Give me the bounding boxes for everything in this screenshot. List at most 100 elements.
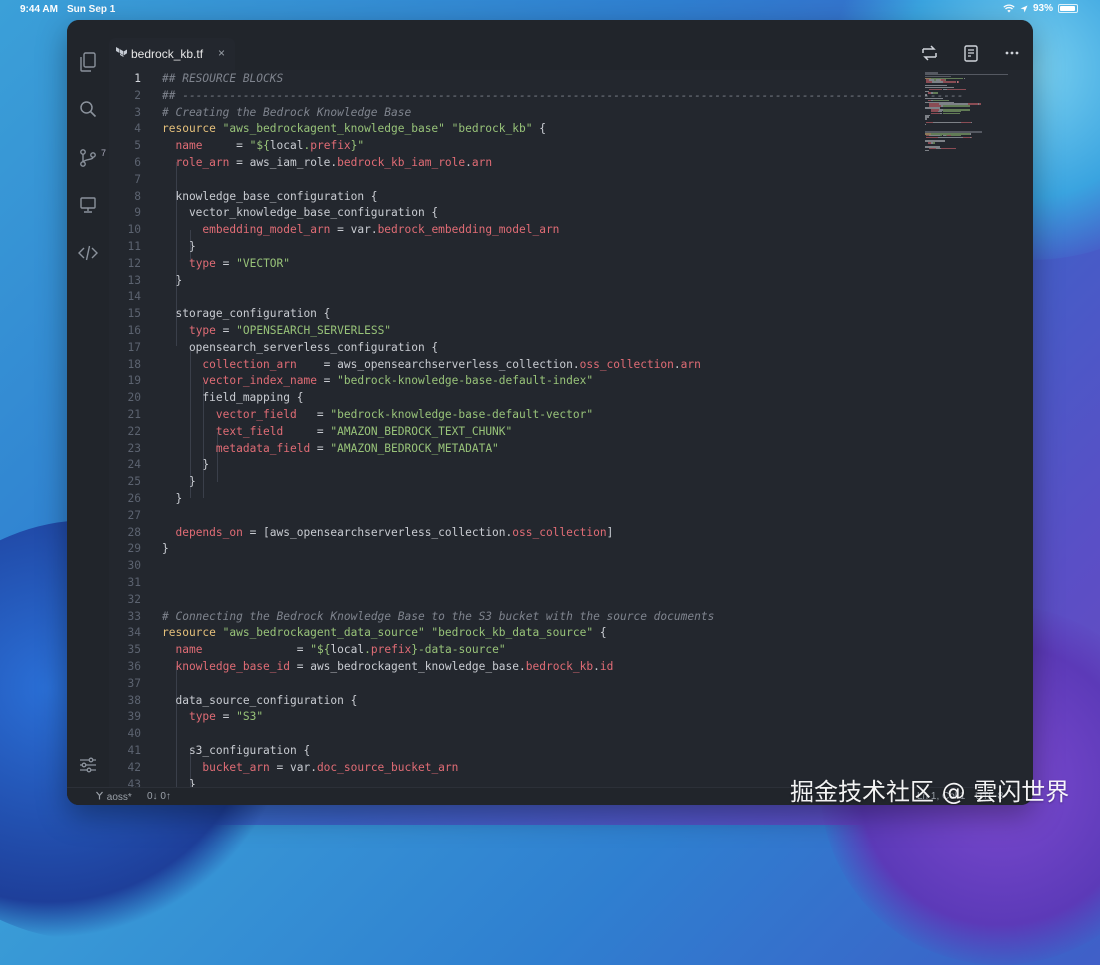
line-number: 4 — [134, 122, 141, 136]
line-number: 42 — [127, 760, 141, 774]
preview-document-icon[interactable] — [964, 45, 978, 66]
code-line[interactable]: 30 — [109, 557, 929, 574]
code-text: metadata_field = "AMAZON_BEDROCK_METADAT… — [215, 441, 499, 455]
line-number: 18 — [127, 357, 141, 371]
code-line[interactable]: 32 — [109, 591, 929, 608]
code-line[interactable]: 22 text_field = "AMAZON_BEDROCK_TEXT_CHU… — [109, 423, 929, 440]
code-text: knowledge_base_configuration { — [162, 189, 378, 203]
minimap-line — [925, 149, 929, 152]
line-number: 20 — [127, 391, 141, 405]
code-text: bucket_arn = var.doc_source_bucket_arn — [202, 760, 459, 774]
code-line[interactable]: 4 resource "aws_bedrockagent_knowledge_ba… — [109, 120, 929, 137]
line-number: 6 — [134, 156, 141, 169]
code-line[interactable]: 41 s3_configuration { — [109, 742, 929, 759]
minimap-line — [925, 94, 928, 96]
code-text: depends_on = [aws_opensearchserverless_c… — [175, 525, 614, 539]
source-control-icon[interactable]: 7 — [77, 148, 106, 170]
battery-percent: 93% — [1032, 3, 1053, 14]
code-line[interactable]: 28 depends_on = [aws_opensearchserverles… — [109, 524, 929, 541]
code-text: } — [162, 542, 169, 556]
search-icon[interactable] — [77, 100, 99, 122]
code-line[interactable]: 6 role_arn = aws_iam_role.bedrock_kb_iam… — [109, 154, 929, 171]
explorer-files-icon[interactable] — [77, 52, 99, 74]
code-line[interactable]: 39 type = "S3" — [109, 708, 929, 725]
tab-close-icon[interactable]: × — [218, 46, 225, 60]
minimap-line — [957, 81, 960, 83]
code-line[interactable]: 13 } — [109, 272, 929, 289]
code-brackets-icon[interactable] — [77, 244, 99, 266]
code-line[interactable]: 23 metadata_field = "AMAZON_BEDROCK_META… — [109, 440, 929, 457]
code-text: vector_field = "bedrock-knowledge-base-d… — [215, 408, 594, 421]
line-number: 8 — [134, 189, 141, 203]
code-line[interactable]: 16 type = "OPENSEARCH_SERVERLESS" — [109, 322, 929, 339]
minimap[interactable] — [925, 72, 1020, 152]
code-editor[interactable]: 1 ## RESOURCE BLOCKS 2 ## -----------------… — [109, 70, 1033, 796]
code-line[interactable]: 24 } — [109, 456, 929, 473]
line-number: 39 — [127, 710, 141, 724]
minimap-line — [978, 103, 981, 105]
code-text: } — [162, 475, 196, 489]
code-line[interactable]: 34 resource "aws_bedrockagent_data_source… — [109, 624, 929, 641]
code-text: ## -------------------------------------… — [162, 88, 964, 102]
sync-status[interactable]: 0↓ 0↑ — [147, 791, 171, 802]
code-line[interactable]: 9 vector_knowledge_base_configuration { — [109, 204, 929, 221]
more-actions-icon[interactable] — [1005, 45, 1019, 65]
code-line[interactable]: 31 — [109, 574, 929, 591]
line-number: 30 — [127, 559, 141, 573]
tab-label: bedrock_kb.tf — [131, 47, 204, 61]
code-line[interactable]: 7 — [109, 171, 929, 188]
code-line[interactable]: 18 collection_arn = aws_opensearchserver… — [109, 356, 929, 373]
line-number: 41 — [127, 744, 141, 757]
code-line[interactable]: 20 field_mapping { — [109, 389, 929, 406]
code-line[interactable]: 15 storage_configuration { — [109, 305, 929, 322]
code-text: } — [162, 273, 183, 287]
minimap-line — [968, 103, 979, 105]
code-line[interactable]: 19 vector_index_name = "bedrock-knowledg… — [109, 372, 929, 389]
remote-explorer-icon[interactable] — [77, 196, 99, 218]
minimap-line — [971, 121, 972, 124]
line-number: 3 — [134, 105, 141, 119]
code-line[interactable]: 36 knowledge_base_id = aws_bedrockagent_… — [109, 658, 929, 675]
line-number: 37 — [127, 676, 141, 690]
tab-bedrock-kb[interactable]: bedrock_kb.tf × — [109, 38, 235, 70]
code-line[interactable]: 35 name = "${local.prefix}-data-source" — [109, 641, 929, 658]
code-line[interactable]: 12 type = "VECTOR" — [109, 255, 929, 272]
code-line[interactable]: 38 data_source_configuration { — [109, 692, 929, 709]
minimap-line — [932, 142, 936, 144]
line-number: 40 — [127, 727, 141, 741]
code-line[interactable]: 14 — [109, 288, 929, 305]
code-line[interactable]: 26 } — [109, 490, 929, 507]
line-number: 23 — [127, 441, 141, 455]
code-text: role_arn = aws_iam_role.bedrock_kb_iam_r… — [175, 156, 493, 169]
minimap-line — [926, 136, 939, 139]
compare-changes-icon[interactable] — [921, 45, 938, 65]
code-line[interactable]: 25 } — [109, 473, 929, 490]
code-line[interactable]: 2 ## ------------------------------------… — [109, 87, 963, 104]
line-number: 33 — [127, 609, 141, 623]
line-number: 13 — [127, 273, 141, 287]
code-line[interactable]: 8 knowledge_base_configuration { — [109, 188, 929, 205]
code-line[interactable]: 40 — [109, 725, 929, 742]
line-number: 12 — [127, 256, 141, 270]
code-line[interactable]: 1 ## RESOURCE BLOCKS — [109, 70, 929, 87]
settings-sliders-icon[interactable] — [77, 756, 99, 778]
line-number: 11 — [127, 240, 141, 253]
code-text: resource "aws_bedrockagent_knowledge_bas… — [162, 122, 546, 136]
code-line[interactable]: 5 name = "${local.prefix}" — [109, 137, 929, 154]
code-line[interactable]: 17 opensearch_serverless_configuration { — [109, 339, 929, 356]
branch-status[interactable]: aoss* — [95, 791, 132, 803]
minimap-line — [929, 147, 937, 150]
minimap-line — [969, 133, 972, 135]
code-line[interactable]: 21 vector_field = "bedrock-knowledge-bas… — [109, 406, 929, 423]
code-line[interactable]: 11 } — [109, 238, 929, 255]
line-number: 32 — [127, 592, 141, 606]
code-line[interactable]: 10 embedding_model_arn = var.bedrock_emb… — [109, 221, 929, 238]
code-line[interactable]: 27 — [109, 507, 929, 524]
watermark: 掘金技术社区 @ 雲闪世界 — [790, 778, 1070, 806]
code-line[interactable]: 29} — [109, 540, 929, 557]
code-line[interactable]: 37 — [109, 675, 929, 692]
code-line[interactable]: 33 # Connecting the Bedrock Knowledge Bas… — [109, 608, 929, 625]
code-text: embedding_model_arn = var.bedrock_embedd… — [202, 223, 560, 237]
code-line[interactable]: 3 # Creating the Bedrock Knowledge Base — [109, 104, 929, 121]
code-text: # Creating the Bedrock Knowledge Base — [162, 105, 412, 119]
